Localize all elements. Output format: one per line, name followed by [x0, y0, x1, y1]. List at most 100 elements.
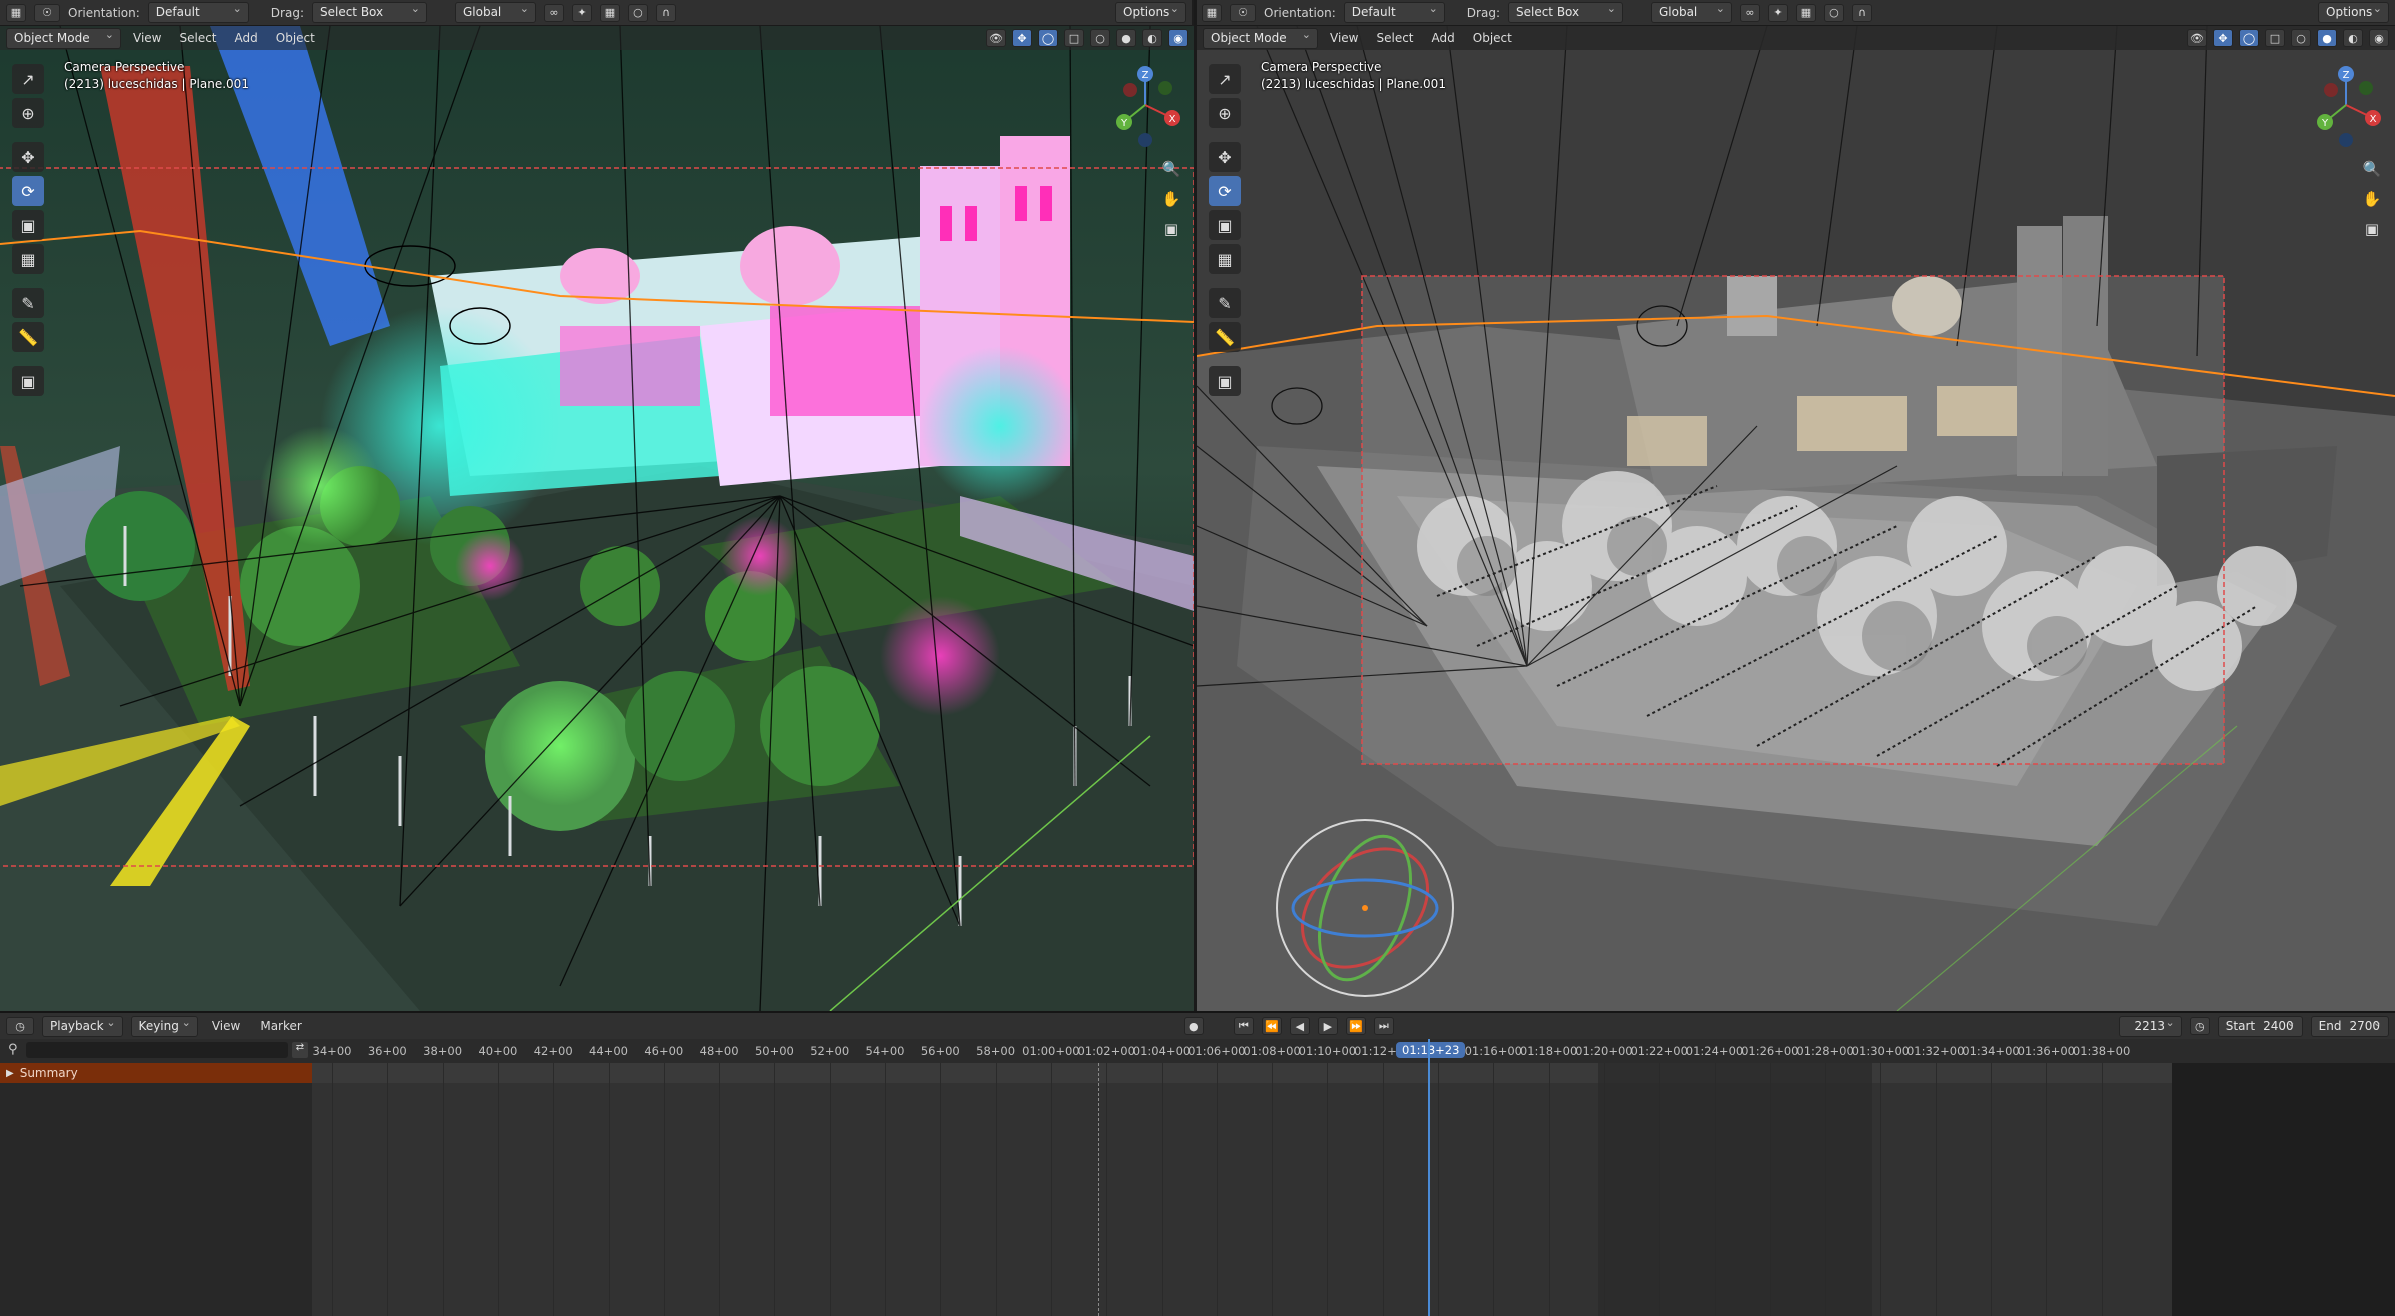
- summary-channel[interactable]: ▶ Summary: [0, 1063, 312, 1083]
- play-reverse-icon[interactable]: ◀: [1289, 1017, 1310, 1035]
- rotate-tool-icon[interactable]: ⟳: [12, 176, 44, 206]
- playback-menu[interactable]: Playback: [42, 1014, 123, 1037]
- filter-icon[interactable]: ⇄: [292, 1042, 308, 1058]
- menu-add[interactable]: Add: [229, 31, 264, 45]
- measure-tool-icon[interactable]: 📏: [12, 322, 44, 352]
- pivot-point-icon[interactable]: ∞: [1739, 3, 1760, 22]
- transform-pivot-icon[interactable]: ☉: [1230, 3, 1256, 22]
- end-frame-field[interactable]: End 2700: [2310, 1014, 2389, 1037]
- annotate-tool-icon[interactable]: ✎: [12, 288, 44, 318]
- gizmo-toggle-icon[interactable]: ✥: [1012, 29, 1032, 47]
- cursor-tool-icon[interactable]: ⊕: [12, 98, 44, 128]
- jump-end-icon[interactable]: ⏭: [1373, 1017, 1394, 1035]
- expand-triangle-icon[interactable]: ▶: [6, 1068, 14, 1079]
- solid-shading-icon[interactable]: ●: [2317, 29, 2337, 47]
- visibility-icon[interactable]: 👁: [2187, 29, 2207, 47]
- visibility-icon[interactable]: 👁: [986, 29, 1006, 47]
- right-navigation-gizmo[interactable]: Z X Y: [2301, 60, 2391, 150]
- overlays-icon[interactable]: ◯: [2239, 29, 2259, 47]
- menu-object[interactable]: Object: [1467, 31, 1518, 45]
- menu-view[interactable]: View: [1324, 31, 1364, 45]
- timeline-ruler[interactable]: ⚲ ⇄ 34+00 36+00 38+00 40+00 42+00 44+00 46+00 4…: [0, 1039, 2395, 1063]
- drag-dropdown[interactable]: Select Box: [1507, 0, 1623, 23]
- timeline-editor-type-icon[interactable]: ◷: [6, 1017, 34, 1035]
- snap-icon[interactable]: ✦: [1767, 3, 1788, 22]
- camera-view-icon[interactable]: ▣: [1158, 216, 1184, 242]
- current-time-indicator[interactable]: 01:13+23: [1396, 1042, 1466, 1058]
- scale-tool-icon[interactable]: ▣: [12, 210, 44, 240]
- transform-orientation-dropdown[interactable]: Global: [454, 0, 536, 23]
- menu-view[interactable]: View: [127, 31, 167, 45]
- viewport-left[interactable]: Object Mode View Select Add Object 👁 ✥ ◯…: [0, 26, 1194, 1011]
- start-frame-field[interactable]: Start 2400: [2217, 1014, 2303, 1037]
- solid-shading-icon[interactable]: ●: [1116, 29, 1136, 47]
- measure-tool-icon[interactable]: 📏: [1209, 322, 1241, 352]
- camera-view-icon[interactable]: ▣: [2359, 216, 2385, 242]
- options-dropdown[interactable]: Options: [1115, 0, 1186, 23]
- editor-type-button[interactable]: ▦: [1202, 3, 1222, 22]
- editor-type-button[interactable]: ▦: [6, 3, 26, 22]
- mode-dropdown[interactable]: Object Mode: [6, 26, 121, 49]
- material-shading-icon[interactable]: ◐: [1142, 29, 1162, 47]
- orientation-dropdown[interactable]: Default: [1343, 0, 1445, 23]
- proportional-edit-icon[interactable]: ○: [627, 3, 648, 22]
- playhead[interactable]: [1428, 1039, 1430, 1316]
- overlays-icon[interactable]: ◯: [1038, 29, 1058, 47]
- gizmo-toggle-icon[interactable]: ✥: [2213, 29, 2233, 47]
- select-tool-icon[interactable]: ↗: [1209, 64, 1241, 94]
- snap-target-icon[interactable]: ▦: [1795, 3, 1816, 22]
- drag-dropdown[interactable]: Select Box: [311, 0, 427, 23]
- wireframe-shading-icon[interactable]: ○: [1090, 29, 1110, 47]
- menu-object[interactable]: Object: [270, 31, 321, 45]
- cursor-tool-icon[interactable]: ⊕: [1209, 98, 1241, 128]
- falloff-icon[interactable]: ∩: [1851, 3, 1872, 22]
- menu-select[interactable]: Select: [1370, 31, 1419, 45]
- left-navigation-gizmo[interactable]: Z X Y: [1100, 60, 1190, 150]
- jump-start-icon[interactable]: ⏮: [1233, 1017, 1254, 1035]
- falloff-icon[interactable]: ∩: [655, 3, 676, 22]
- clock-icon[interactable]: ◷: [2189, 1017, 2210, 1035]
- dopesheet-area[interactable]: [312, 1039, 2172, 1316]
- material-shading-icon[interactable]: ◐: [2343, 29, 2363, 47]
- wireframe-shading-icon[interactable]: ○: [2291, 29, 2311, 47]
- transform-tool-icon[interactable]: ▦: [1209, 244, 1241, 274]
- zoom-icon[interactable]: 🔍: [1158, 156, 1184, 182]
- timeline-marker-menu[interactable]: Marker: [254, 1019, 307, 1033]
- move-tool-icon[interactable]: ✥: [1209, 142, 1241, 172]
- snap-icon[interactable]: ✦: [571, 3, 592, 22]
- proportional-edit-icon[interactable]: ○: [1823, 3, 1844, 22]
- xray-icon[interactable]: □: [1064, 29, 1084, 47]
- menu-select[interactable]: Select: [173, 31, 222, 45]
- keying-menu[interactable]: Keying: [130, 1014, 198, 1037]
- search-input[interactable]: [26, 1042, 288, 1058]
- pan-hand-icon[interactable]: ✋: [1158, 186, 1184, 212]
- move-tool-icon[interactable]: ✥: [12, 142, 44, 172]
- options-dropdown[interactable]: Options: [2318, 0, 2389, 23]
- viewport-right[interactable]: Object Mode View Select Add Object 👁 ✥ ◯…: [1197, 26, 2395, 1011]
- play-icon[interactable]: ▶: [1317, 1017, 1338, 1035]
- snap-target-icon[interactable]: ▦: [599, 3, 620, 22]
- annotate-tool-icon[interactable]: ✎: [1209, 288, 1241, 318]
- zoom-icon[interactable]: 🔍: [2359, 156, 2385, 182]
- transform-orientation-dropdown[interactable]: Global: [1650, 0, 1732, 23]
- add-cube-tool-icon[interactable]: ▣: [12, 366, 44, 396]
- rendered-shading-icon[interactable]: ◉: [1168, 29, 1188, 47]
- pivot-point-icon[interactable]: ∞: [543, 3, 564, 22]
- transform-pivot-icon[interactable]: ☉: [34, 3, 60, 22]
- menu-add[interactable]: Add: [1426, 31, 1461, 45]
- scale-tool-icon[interactable]: ▣: [1209, 210, 1241, 240]
- rotate-tool-icon[interactable]: ⟳: [1209, 176, 1241, 206]
- current-frame-field[interactable]: 2213: [2118, 1014, 2182, 1037]
- add-cube-tool-icon[interactable]: ▣: [1209, 366, 1241, 396]
- prev-keyframe-icon[interactable]: ⏪: [1261, 1017, 1282, 1035]
- mode-dropdown[interactable]: Object Mode: [1203, 26, 1318, 49]
- timeline-view-menu[interactable]: View: [206, 1019, 246, 1033]
- select-tool-icon[interactable]: ↗: [12, 64, 44, 94]
- transform-tool-icon[interactable]: ▦: [12, 244, 44, 274]
- rendered-shading-icon[interactable]: ◉: [2369, 29, 2389, 47]
- xray-icon[interactable]: □: [2265, 29, 2285, 47]
- pan-hand-icon[interactable]: ✋: [2359, 186, 2385, 212]
- next-keyframe-icon[interactable]: ⏩: [1345, 1017, 1366, 1035]
- orientation-dropdown[interactable]: Default: [147, 0, 249, 23]
- record-icon[interactable]: ●: [1183, 1017, 1204, 1035]
